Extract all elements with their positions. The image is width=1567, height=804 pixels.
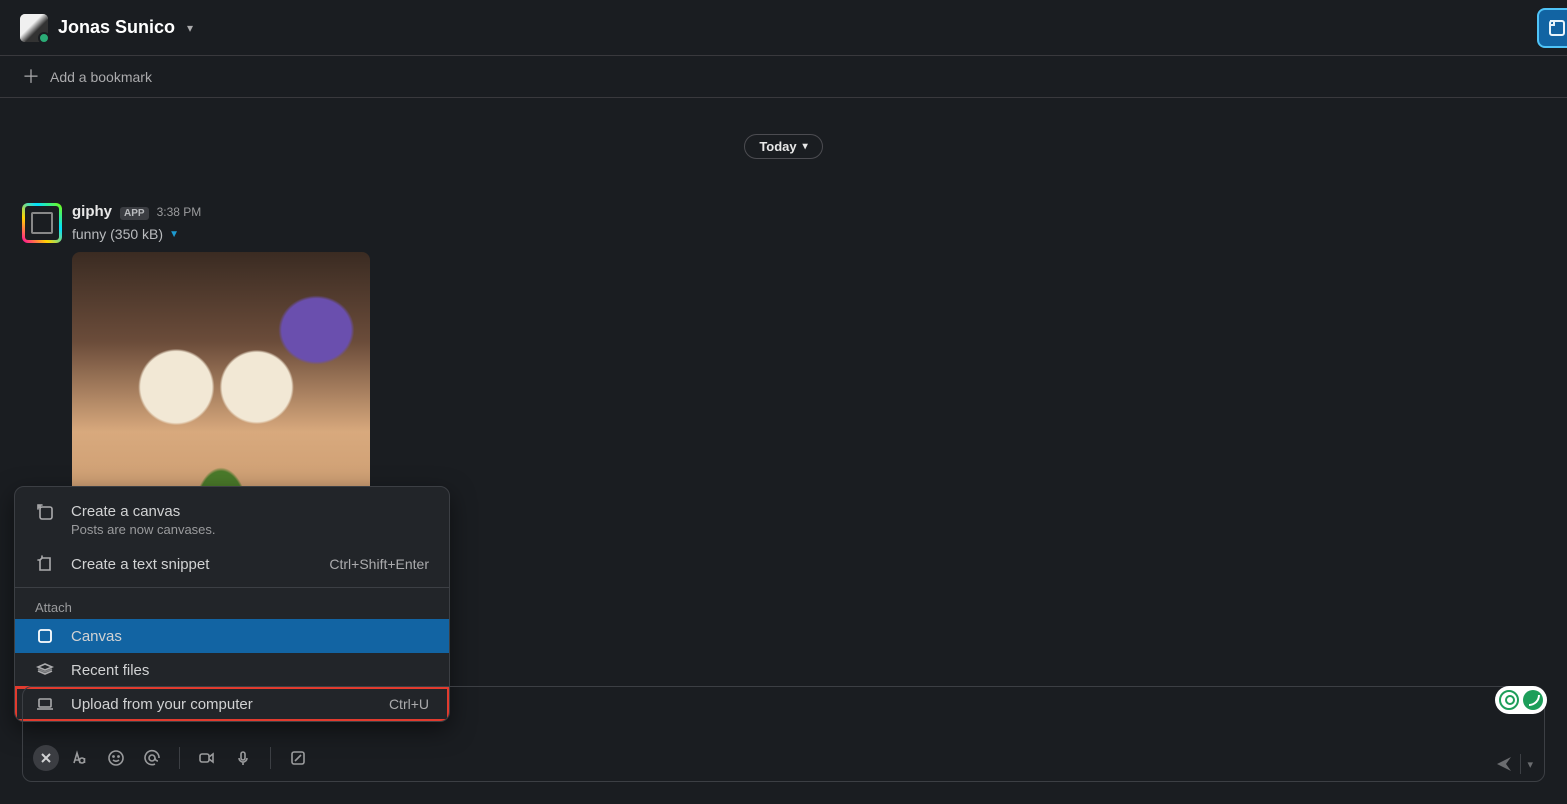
menu-item-text-snippet[interactable]: Create a text snippet Ctrl+Shift+Enter xyxy=(15,547,449,581)
date-divider: Today ▾ xyxy=(0,134,1567,159)
composer-toolbar xyxy=(23,735,1544,781)
toolbar-divider xyxy=(179,747,180,769)
toolbar-divider xyxy=(1520,754,1521,774)
add-bookmark-button[interactable]: Add a bookmark xyxy=(50,69,152,85)
emoji-button[interactable] xyxy=(101,743,131,773)
close-attach-button[interactable] xyxy=(33,745,59,771)
date-pill[interactable]: Today ▾ xyxy=(744,134,822,159)
send-options-button[interactable]: ▾ xyxy=(1527,758,1533,771)
snippet-icon xyxy=(35,555,55,573)
presence-indicator xyxy=(38,32,50,44)
canvas-plus-icon xyxy=(35,503,55,521)
dm-user-name: Jonas Sunico xyxy=(58,17,175,38)
theme-icon xyxy=(1523,690,1543,710)
menu-item-create-canvas[interactable]: Create a canvas Posts are now canvases. xyxy=(15,493,449,547)
help-icon xyxy=(1499,690,1519,710)
menu-divider xyxy=(15,587,449,588)
shortcut-label: Ctrl+Shift+Enter xyxy=(329,556,429,572)
message-composer: ▾ xyxy=(0,672,1567,804)
file-label-row[interactable]: funny (350 kB) ▼ xyxy=(72,226,1545,242)
toolbar-divider xyxy=(270,747,271,769)
mention-button[interactable] xyxy=(137,743,167,773)
help-pill[interactable] xyxy=(1495,686,1547,714)
composer-box[interactable] xyxy=(22,686,1545,782)
shortcuts-button[interactable] xyxy=(283,743,313,773)
message-sender[interactable]: giphy xyxy=(72,203,112,220)
menu-section-attach: Attach xyxy=(15,594,449,619)
app-badge: APP xyxy=(120,207,149,220)
canvas-toggle-button[interactable] xyxy=(1537,8,1567,48)
menu-item-canvas[interactable]: Canvas xyxy=(15,619,449,653)
chevron-down-icon: ▾ xyxy=(803,141,808,152)
send-button-group: ▾ xyxy=(1494,754,1533,774)
bookmark-bar: ＋ Add a bookmark xyxy=(0,56,1567,98)
format-button[interactable] xyxy=(65,743,95,773)
audio-button[interactable] xyxy=(228,743,258,773)
header-user-button[interactable]: Jonas Sunico ▾ xyxy=(20,14,193,42)
message-time: 3:38 PM xyxy=(157,205,202,219)
chevron-down-icon: ▾ xyxy=(187,21,193,35)
send-button[interactable] xyxy=(1494,754,1514,774)
video-button[interactable] xyxy=(192,743,222,773)
dm-header: Jonas Sunico ▾ xyxy=(0,0,1567,56)
plus-icon: ＋ xyxy=(22,68,40,86)
collapse-caret-icon: ▼ xyxy=(169,229,179,240)
app-avatar[interactable] xyxy=(22,203,62,243)
avatar xyxy=(20,14,48,42)
canvas-icon xyxy=(35,627,55,645)
